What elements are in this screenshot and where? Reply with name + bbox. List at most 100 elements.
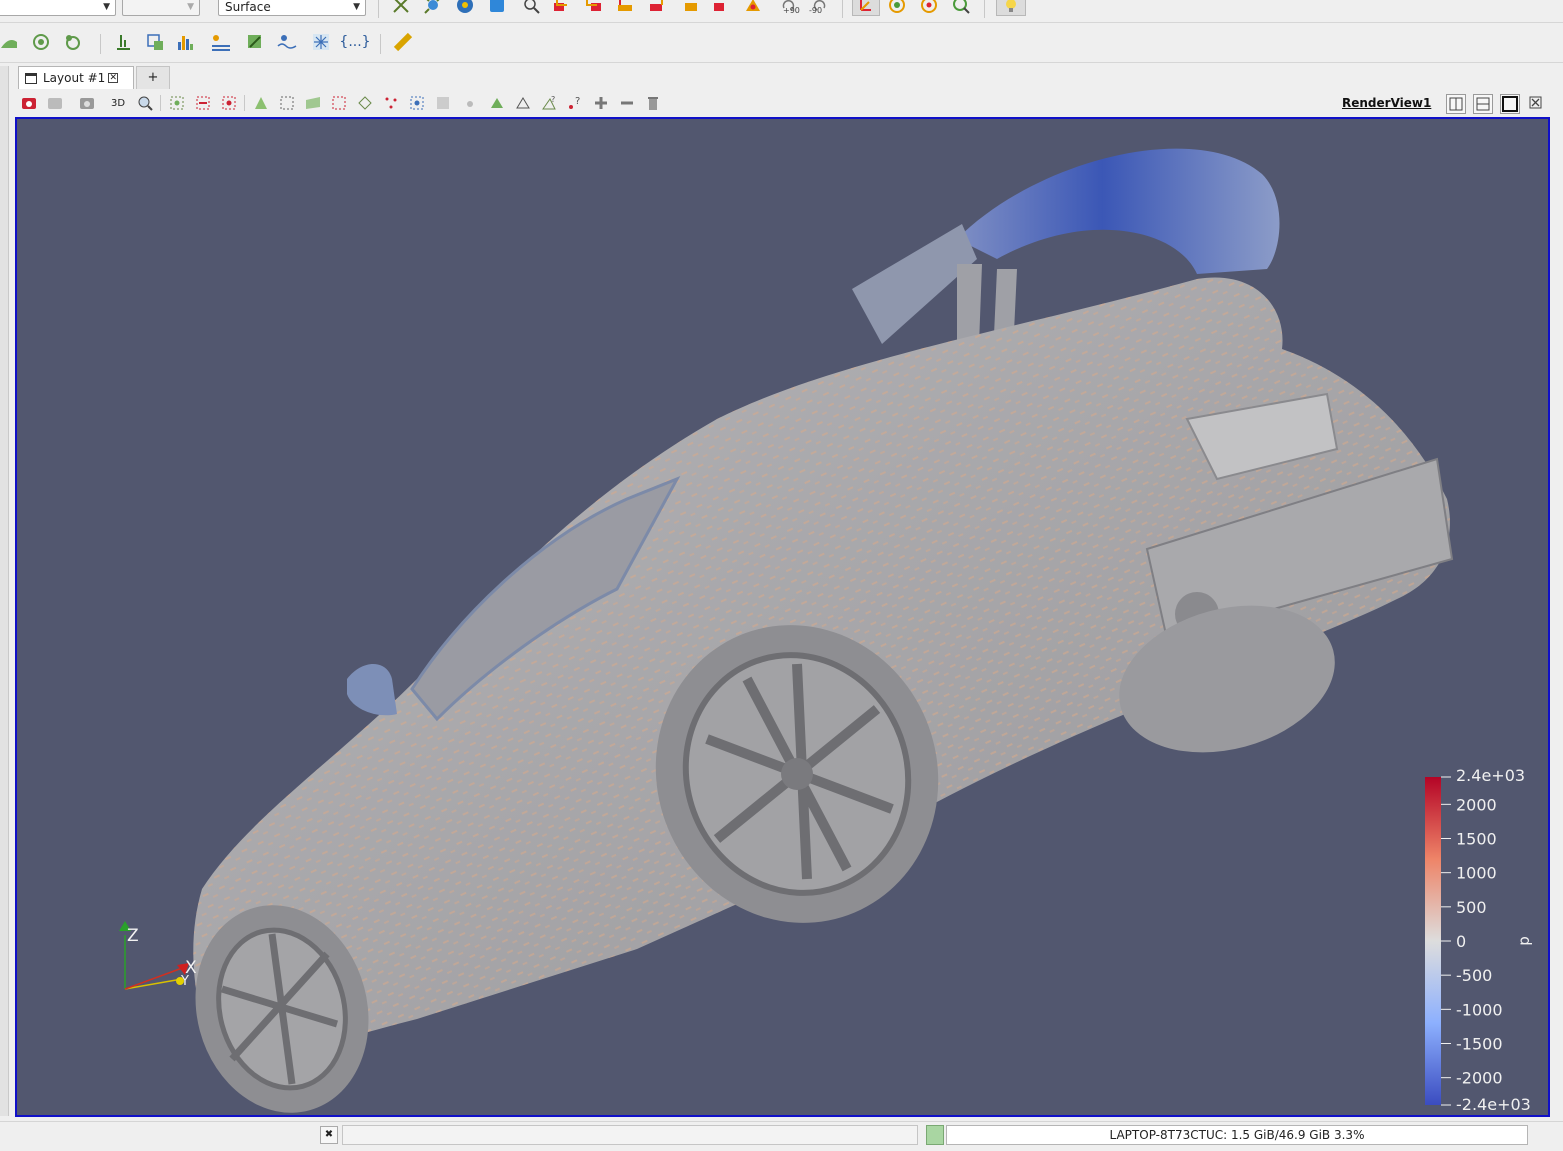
separator: [160, 95, 161, 111]
light-kit-icon[interactable]: [996, 0, 1026, 16]
chevron-down-icon: ▼: [353, 2, 360, 12]
representation-value: Surface: [225, 0, 271, 14]
hover-cells-icon[interactable]: [486, 92, 508, 114]
view-plus-y-icon[interactable]: [646, 0, 668, 16]
chevron-down-icon: ▼: [187, 2, 194, 12]
legend-tick-label: -1000: [1456, 1000, 1503, 1019]
main-toolbar: ▼ ▼ Surface ▼ +90 -90: [0, 0, 1563, 23]
legend-tick-label: 500: [1456, 898, 1487, 917]
zoom-box-icon[interactable]: [520, 0, 542, 16]
deselect-icon[interactable]: [192, 92, 214, 114]
component-combo[interactable]: ▼: [122, 0, 200, 16]
new-tab-button[interactable]: +: [136, 66, 170, 89]
select-cells-icon[interactable]: [166, 92, 188, 114]
select-points-icon[interactable]: [218, 92, 240, 114]
histogram-icon[interactable]: [176, 31, 198, 53]
memory-inspector[interactable]: LAPTOP-8T73CTUC: 1.5 GiB/46.9 GiB 3.3%: [946, 1125, 1528, 1145]
color-legend-bar: [1425, 777, 1441, 1105]
capture-screenshot-icon[interactable]: [18, 92, 40, 114]
legend-max-label: 2.4e+03: [1456, 766, 1525, 785]
car-surface-render: Z X Y 2.4e+03 -2.4e+03 2000150010005000-…: [119, 148, 1533, 1114]
legend-tick-label: 0: [1456, 932, 1466, 951]
maximize-icon[interactable]: [1500, 94, 1520, 114]
interaction-mode-icon[interactable]: [852, 0, 880, 16]
select-surface-points-icon[interactable]: [276, 92, 298, 114]
legend-tick-label: -2000: [1456, 1069, 1503, 1088]
legend-tick-label: -1500: [1456, 1035, 1503, 1054]
view-plus-x-icon[interactable]: [582, 0, 604, 16]
select-polygon-icon[interactable]: [354, 92, 376, 114]
pick-center-icon[interactable]: [950, 0, 972, 16]
render-view-name[interactable]: RenderView1: [1342, 96, 1431, 110]
shrink-icon[interactable]: [616, 92, 638, 114]
layout-icon: [25, 72, 37, 84]
clip-icon[interactable]: [62, 31, 84, 53]
clear-selection-icon[interactable]: [642, 92, 664, 114]
axis-z-label: Z: [127, 926, 139, 946]
legend-tick-marks: [1441, 776, 1451, 1106]
show-center-icon[interactable]: [886, 0, 908, 16]
view-plus-z-icon[interactable]: [710, 0, 732, 16]
color-legend[interactable]: 2.4e+03 -2.4e+03 2000 1500 1000 500 0 -500 -10…: [1425, 766, 1533, 1114]
extract-selection-icon[interactable]: [144, 31, 166, 53]
memory-icon: [926, 1125, 944, 1145]
preview-icon[interactable]: [44, 92, 66, 114]
tab-layout-1[interactable]: Layout #1 ✕: [18, 66, 134, 89]
hover-points-icon[interactable]: [432, 92, 454, 114]
toggle-3d-button[interactable]: 3D: [108, 92, 128, 114]
split-vertical-icon[interactable]: [1473, 94, 1493, 114]
rotate-minus-90-icon[interactable]: -90: [806, 0, 834, 16]
legend-tick-label: 1500: [1456, 830, 1497, 849]
zoom-closest-icon[interactable]: [454, 0, 476, 16]
reset-camera-icon[interactable]: [390, 0, 412, 16]
left-dock-edge[interactable]: [0, 66, 9, 1116]
legend-title: p: [1515, 936, 1533, 946]
close-icon[interactable]: ✖: [320, 1126, 338, 1144]
grow-selection-icon[interactable]: [460, 92, 482, 114]
camera-icon[interactable]: [76, 92, 98, 114]
plot-over-time-icon[interactable]: [276, 31, 298, 53]
split-horizontal-icon[interactable]: [1446, 94, 1466, 114]
chevron-down-icon: ▼: [103, 2, 110, 12]
select-polygon-points-icon[interactable]: [380, 92, 402, 114]
separator: [378, 0, 379, 18]
isometric-view-icon[interactable]: [742, 0, 764, 16]
close-view-icon[interactable]: [1527, 94, 1547, 114]
render-view-toolbar: 3D ? ?: [0, 91, 1563, 115]
reset-center-icon[interactable]: [918, 0, 940, 16]
glyph-icon[interactable]: [310, 31, 332, 53]
zoom-to-box-icon[interactable]: [134, 92, 156, 114]
render-view-viewport[interactable]: Z X Y 2.4e+03 -2.4e+03 2000 1500 1000 500 0-…: [15, 117, 1550, 1117]
ruler-icon[interactable]: [392, 31, 414, 53]
query-cells-icon[interactable]: ?: [538, 92, 560, 114]
ruler-filter-icon[interactable]: [0, 31, 20, 53]
select-surface-cells-icon[interactable]: [250, 92, 272, 114]
variable-combo[interactable]: ▼: [0, 0, 116, 16]
edit-icon[interactable]: [244, 31, 266, 53]
query-points-icon[interactable]: ?: [564, 92, 586, 114]
view-minus-z-icon[interactable]: [678, 0, 700, 16]
legend-tick-label: -500: [1456, 966, 1492, 985]
representation-combo[interactable]: Surface ▼: [218, 0, 366, 16]
python-calculator-icon[interactable]: {...}: [339, 31, 370, 53]
view-minus-y-icon[interactable]: [614, 0, 636, 16]
separator: [244, 95, 245, 111]
close-icon[interactable]: ✕: [108, 73, 119, 83]
rotate-plus-90-icon[interactable]: +90: [774, 0, 802, 16]
select-block-icon[interactable]: [512, 92, 534, 114]
rear-wing: [957, 148, 1280, 274]
status-message-field: [342, 1125, 918, 1145]
cube-view-icon[interactable]: [486, 0, 508, 16]
separator: [842, 0, 843, 18]
plot-over-line-icon[interactable]: [112, 31, 134, 53]
zoom-to-data-icon[interactable]: [422, 0, 444, 16]
separator: [380, 34, 381, 54]
view-minus-x-icon[interactable]: [550, 0, 572, 16]
common-filters-toolbar: {...}: [0, 24, 1563, 63]
select-frustum-icon[interactable]: [302, 92, 324, 114]
plot-data-icon[interactable]: [210, 31, 232, 53]
grow-icon[interactable]: [590, 92, 612, 114]
interactive-select-icon[interactable]: [406, 92, 428, 114]
select-frustum-points-icon[interactable]: [328, 92, 350, 114]
contour-icon[interactable]: [30, 31, 52, 53]
